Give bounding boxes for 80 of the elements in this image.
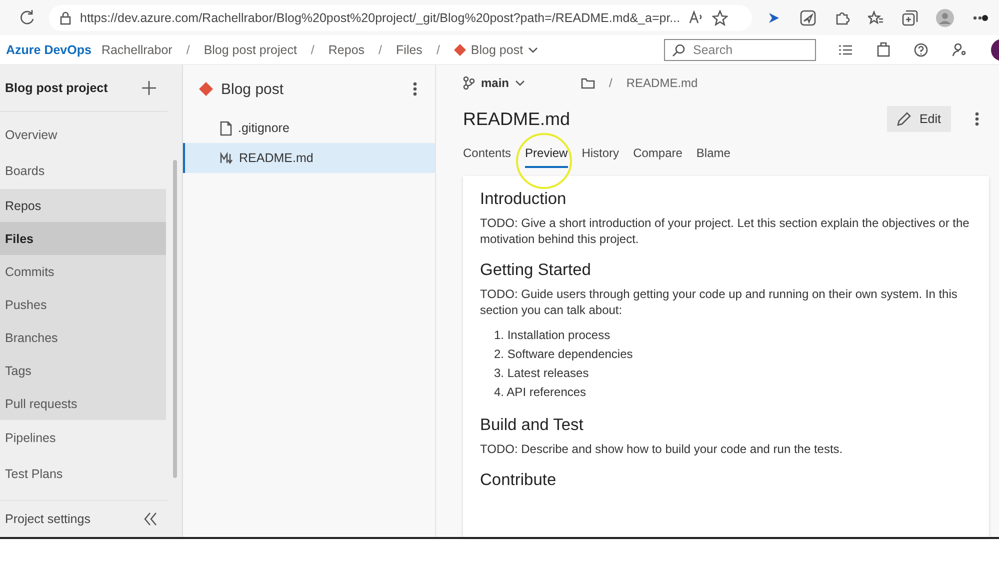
- pencil-icon: [897, 112, 912, 126]
- section-heading: Introduction: [480, 190, 568, 209]
- nav-item[interactable]: Overview: [0, 117, 182, 153]
- nav-item[interactable]: Repos: [0, 189, 166, 222]
- nav-item[interactable]: Boards: [0, 153, 182, 189]
- repo-title: Blog post: [199, 80, 284, 98]
- nav-item[interactable]: Pushes: [0, 288, 166, 321]
- nav-item[interactable]: Pipelines: [0, 420, 182, 456]
- search-field[interactable]: Search: [664, 38, 816, 60]
- nav-item[interactable]: Files: [0, 222, 166, 255]
- favorite-icon[interactable]: [712, 10, 728, 26]
- user-settings-icon[interactable]: [952, 42, 967, 56]
- section-heading: Build and Test: [480, 416, 584, 435]
- avatar[interactable]: [991, 38, 999, 60]
- list-item: 2. Software dependencies: [494, 346, 634, 363]
- path-separator: /: [609, 76, 612, 90]
- tab[interactable]: Contents: [463, 140, 512, 168]
- paragraph: TODO: Give a short introduction of your project. Let this section explain the objectives or the motivation behind this project.: [480, 215, 970, 247]
- lock-icon: [59, 10, 72, 24]
- scrollbar[interactable]: [173, 160, 177, 478]
- chevron-down-icon: [515, 80, 526, 86]
- profile-icon[interactable]: [936, 8, 954, 26]
- brand-title[interactable]: Azure DevOps: [6, 42, 92, 56]
- address-bar[interactable]: https://dev.azure.com/Rachellrabor/Blog%20post%20project/_git/Blog%20post?path=/README.md&_a=pr...: [49, 4, 752, 30]
- breadcrumb-separator: /: [310, 42, 314, 56]
- refresh-icon[interactable]: [18, 9, 35, 26]
- add-icon[interactable]: [142, 81, 156, 95]
- more-icon[interactable]: [413, 82, 417, 96]
- repo-icon: [454, 44, 466, 56]
- nav-item[interactable]: Commits: [0, 255, 166, 288]
- repo-icon: [199, 82, 213, 96]
- file-row[interactable]: README.md: [183, 143, 435, 173]
- file-title: README.md: [463, 108, 570, 130]
- collections-icon[interactable]: [902, 10, 918, 26]
- tab[interactable]: Preview: [525, 140, 568, 168]
- nav-item[interactable]: Branches: [0, 321, 166, 354]
- paragraph: TODO: Guide users through getting your code up and running on their own system. In this section you can talk about:: [480, 286, 958, 318]
- tab[interactable]: Compare: [633, 140, 682, 168]
- breadcrumb-separator: /: [436, 42, 440, 56]
- tab[interactable]: Blame: [696, 140, 730, 168]
- breadcrumb-separator: /: [378, 42, 382, 56]
- list-icon[interactable]: [838, 44, 853, 56]
- chevron-down-icon: [528, 46, 538, 52]
- puzzle-icon[interactable]: [834, 10, 850, 26]
- help-icon[interactable]: [914, 42, 928, 56]
- more-icon[interactable]: [975, 112, 979, 126]
- file-icon: [220, 120, 232, 136]
- shopping-bag-icon[interactable]: [877, 42, 890, 57]
- favorites-icon[interactable]: [868, 10, 884, 26]
- list-item: 4. API references: [494, 384, 588, 401]
- breadcrumb-link[interactable]: Blog post: [454, 42, 538, 56]
- nav-item[interactable]: Pull requests: [0, 387, 166, 420]
- nav-item[interactable]: Test Plans: [0, 456, 182, 492]
- nav-item[interactable]: Tags: [0, 354, 166, 387]
- breadcrumb-link[interactable]: Files: [396, 42, 422, 56]
- search-icon: [672, 44, 685, 56]
- branch-selector[interactable]: main: [463, 76, 526, 90]
- breadcrumb-separator: /: [186, 42, 190, 56]
- send-icon[interactable]: [800, 10, 816, 26]
- list-item: 3. Latest releases: [494, 365, 590, 382]
- list-item: 1. Installation process: [494, 327, 612, 344]
- section-heading: Contribute: [480, 471, 558, 490]
- markdown-icon: [220, 152, 233, 164]
- read-aloud-icon[interactable]: [688, 10, 704, 25]
- folder-icon[interactable]: [581, 76, 596, 90]
- file-path[interactable]: README.md: [626, 76, 698, 90]
- project-settings-link[interactable]: Project settings: [5, 512, 90, 526]
- file-row[interactable]: .gitignore: [183, 113, 435, 143]
- url-text: https://dev.azure.com/Rachellrabor/Blog%20post%20project/_git/Blog%20post?path=/README.md&_a=pr...: [80, 10, 680, 24]
- breadcrumb-link[interactable]: Blog post project: [204, 42, 297, 56]
- breadcrumb-link[interactable]: Rachellrabor: [101, 42, 172, 56]
- collapse-icon[interactable]: [143, 512, 158, 526]
- project-title: Blog post project: [5, 81, 108, 95]
- section-heading: Getting Started: [480, 261, 592, 280]
- edit-button[interactable]: Edit: [887, 106, 951, 132]
- breadcrumb-link[interactable]: Repos: [328, 42, 365, 56]
- paragraph: TODO: Describe and show how to build your code and run the tests.: [480, 441, 844, 457]
- cursor-highlight-icon: [516, 133, 572, 189]
- tab[interactable]: History: [582, 140, 620, 168]
- branch-icon: [463, 76, 475, 90]
